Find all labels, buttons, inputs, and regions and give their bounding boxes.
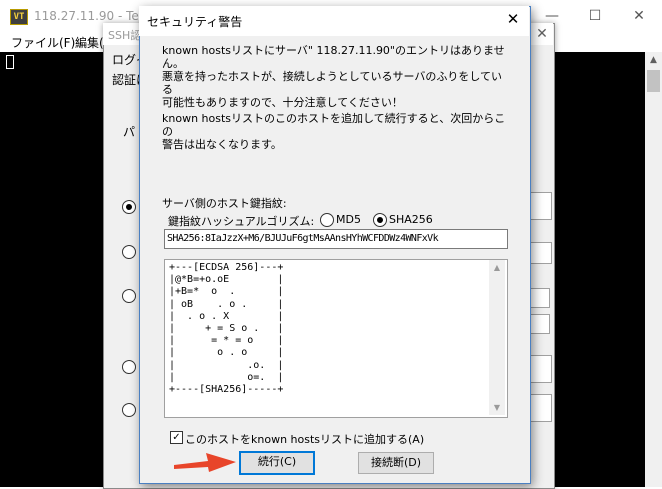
teraterm-window-title: 118.27.11.90 - Tera [34,9,152,23]
sha256-radio-label[interactable]: SHA256 [389,213,433,226]
ssh-field-4[interactable] [528,314,550,334]
warning-message: known hostsリストにサーバ" 118.27.11.90"のエントリはあ… [162,44,505,109]
add-host-message: known hostsリストのこのホストを追加して続行すると、次回からこの 警告… [162,112,506,151]
fingerprint-value: SHA256:8IaJzzX+M6/BJUJuF6gtMsAAnsHYhWCFD… [167,233,439,244]
md5-radio[interactable] [320,213,334,227]
menu-edit[interactable]: 編集( [75,34,104,51]
ssh-field-5[interactable] [528,355,552,383]
ssh-auth-radio-5[interactable] [122,403,136,417]
scroll-up-icon[interactable]: ▲ [645,52,662,69]
scrollbar-thumb[interactable] [647,70,660,92]
window-close-icon[interactable]: ✕ [627,6,651,26]
disconnect-button[interactable]: 接続断(D) [358,452,434,474]
maximize-icon[interactable]: ☐ [583,6,607,26]
teraterm-app-icon: VT [10,9,28,25]
ssh-field-6[interactable] [528,394,552,422]
sha256-radio[interactable] [373,213,387,227]
ssh-field-1[interactable] [528,192,552,220]
randomart-scroll-up-icon[interactable]: ▲ [489,261,505,275]
dialog-title: セキュリティ警告 [147,15,243,29]
ssh-auth-radio-4[interactable] [122,360,136,374]
ssh-auth-radio-1[interactable] [122,200,136,214]
fingerprint-label: サーバ側のホスト鍵指紋: [162,197,287,210]
pointer-arrow-icon [174,453,236,472]
dialog-close-icon[interactable]: ✕ [503,9,523,29]
menu-file[interactable]: ファイル(F) [11,34,75,51]
ssh-field-2[interactable] [528,242,552,264]
randomart-scroll-down-icon[interactable]: ▼ [489,401,505,415]
ssh-passphrase-label: パ [123,125,136,139]
md5-radio-label[interactable]: MD5 [336,213,361,226]
continue-button[interactable]: 続行(C) [239,451,315,475]
terminal-cursor [6,55,14,69]
ssh-auth-radio-2[interactable] [122,245,136,259]
randomart-scrollbar[interactable] [489,260,505,415]
randomart-text: +---[ECDSA 256]---+ |@*B=+o.oE | |+B=* o… [169,262,284,396]
hash-algorithm-label: 鍵指紋ハッシュアルゴリズム: [168,215,315,228]
ssh-auth-close-icon[interactable]: ✕ [532,24,552,44]
ssh-auth-title: SSH認 [108,29,142,42]
ssh-field-3[interactable] [528,288,550,308]
ssh-auth-radio-3[interactable] [122,289,136,303]
terminal-scrollbar[interactable] [645,52,662,487]
